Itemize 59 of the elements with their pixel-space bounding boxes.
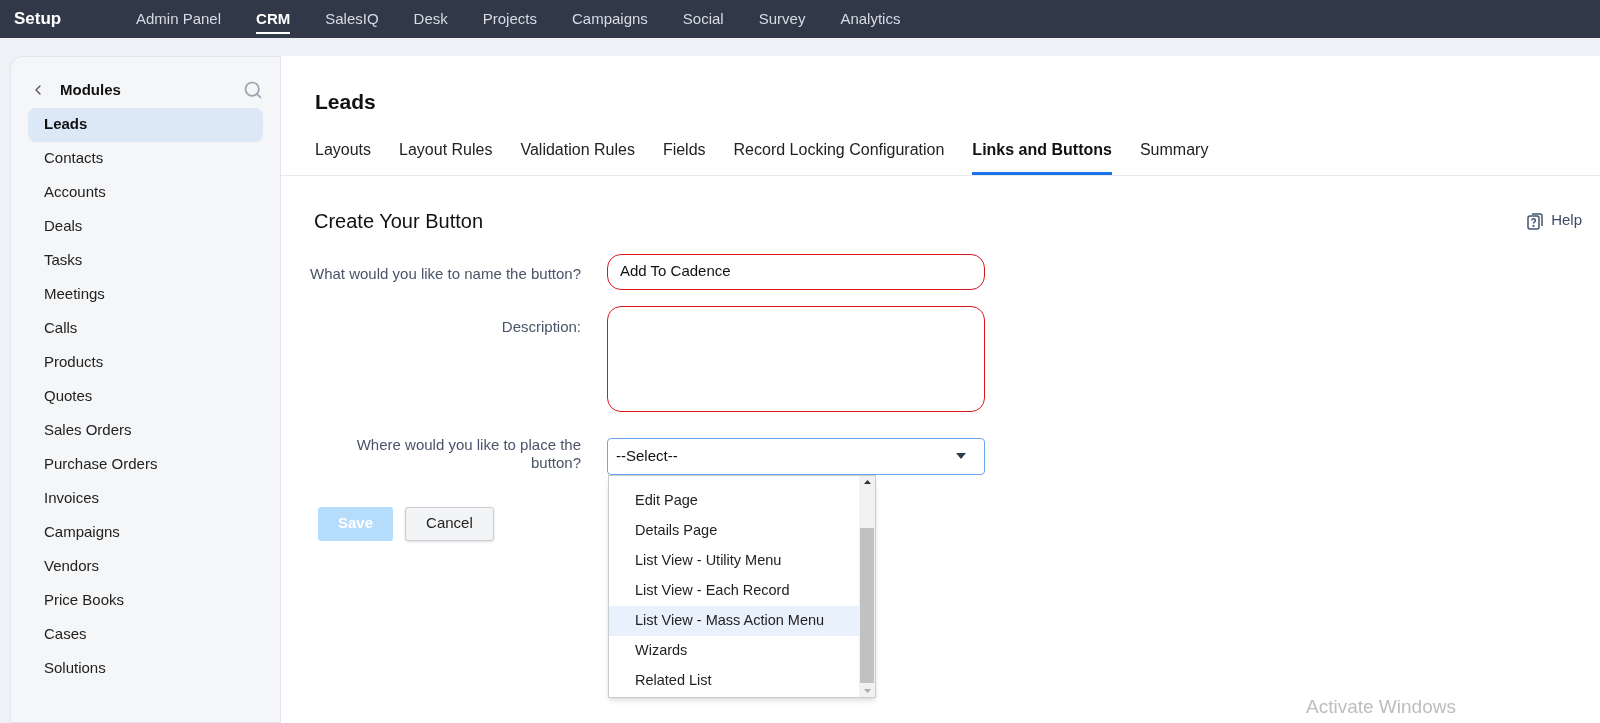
dropdown-option[interactable]: Edit Page — [609, 485, 859, 516]
nav-link[interactable]: Social — [682, 7, 724, 31]
dropdown-option[interactable]: List View - Utility Menu — [609, 545, 859, 576]
page-title: Leads — [315, 89, 377, 115]
dropdown-option[interactable]: List View - Mass Action Menu — [609, 605, 859, 636]
nav-link[interactable]: Projects — [482, 7, 537, 31]
dropdown-option[interactable]: Related List — [609, 665, 859, 696]
setup-title: Setup — [14, 8, 63, 31]
nav-link[interactable]: Campaigns — [571, 7, 648, 31]
field-label: What would you like to name the button? — [309, 263, 581, 284]
sidebar-item[interactable]: Campaigns — [28, 515, 263, 550]
scroll-down-icon — [863, 688, 871, 693]
sidebar-item[interactable]: Products — [28, 345, 263, 380]
sidebar-item[interactable]: Contacts — [28, 141, 263, 176]
tab[interactable]: Summary — [1139, 137, 1209, 175]
nav-link[interactable]: CRM — [256, 7, 291, 35]
sidebar-item[interactable]: Solutions — [28, 651, 263, 686]
nav-link[interactable]: SalesIQ — [325, 7, 379, 31]
select-value: --Select-- — [616, 445, 678, 466]
nav-link[interactable]: Survey — [758, 7, 806, 31]
os-activation-notice: Activate Windows — [1306, 695, 1456, 719]
tab[interactable]: Record Locking Configuration — [733, 137, 945, 175]
sidebar-item[interactable]: Leads — [28, 107, 263, 142]
sidebar-item[interactable]: Invoices — [28, 481, 263, 516]
sidebar-item[interactable]: Sales Orders — [28, 413, 263, 448]
cancel-button[interactable]: Cancel — [405, 506, 494, 541]
help-link[interactable]: Help — [1527, 209, 1582, 232]
dropdown-option[interactable]: Wizards — [609, 635, 859, 666]
sidebar-item[interactable]: Meetings — [28, 277, 263, 312]
sidebar-title: Modules — [60, 80, 121, 100]
dropdown-option[interactable]: List View - Each Record — [609, 575, 859, 606]
nav-link[interactable]: Desk — [413, 7, 448, 31]
field-label: Where would you like to place the button? — [355, 435, 581, 472]
sidebar-item[interactable]: Calls — [28, 311, 263, 346]
sidebar-item[interactable]: Accounts — [28, 175, 263, 210]
dropdown-caret-icon — [956, 453, 966, 459]
tab[interactable]: Fields — [662, 137, 706, 175]
dropdown-option[interactable]: Details Page — [609, 515, 859, 546]
sidebar-item[interactable]: Purchase Orders — [28, 447, 263, 482]
tab[interactable]: Validation Rules — [520, 137, 635, 175]
tab[interactable]: Layout Rules — [399, 137, 493, 175]
tab[interactable]: Links and Buttons — [972, 137, 1112, 175]
sidebar-item[interactable]: Quotes — [28, 379, 263, 414]
sidebar-item[interactable]: Deals — [28, 209, 263, 244]
scroll-up-icon — [863, 479, 871, 484]
description-textarea[interactable] — [607, 305, 985, 412]
sidebar-item[interactable]: Vendors — [28, 549, 263, 584]
field-label: Description: — [500, 316, 581, 337]
help-icon — [1527, 211, 1546, 230]
tab[interactable]: Layouts — [315, 137, 372, 175]
placement-select[interactable]: --Select-- — [607, 437, 985, 475]
name-input[interactable]: Add To Cadence — [607, 253, 985, 290]
nav-link[interactable]: Admin Panel — [136, 7, 222, 31]
form-title: Create Your Button — [314, 208, 483, 234]
sidebar-item[interactable]: Tasks — [28, 243, 263, 278]
nav-link[interactable]: Analytics — [840, 7, 901, 31]
sidebar-item[interactable]: Cases — [28, 617, 263, 652]
scrollbar[interactable] — [859, 475, 875, 697]
sidebar-item[interactable]: Price Books — [28, 583, 263, 618]
